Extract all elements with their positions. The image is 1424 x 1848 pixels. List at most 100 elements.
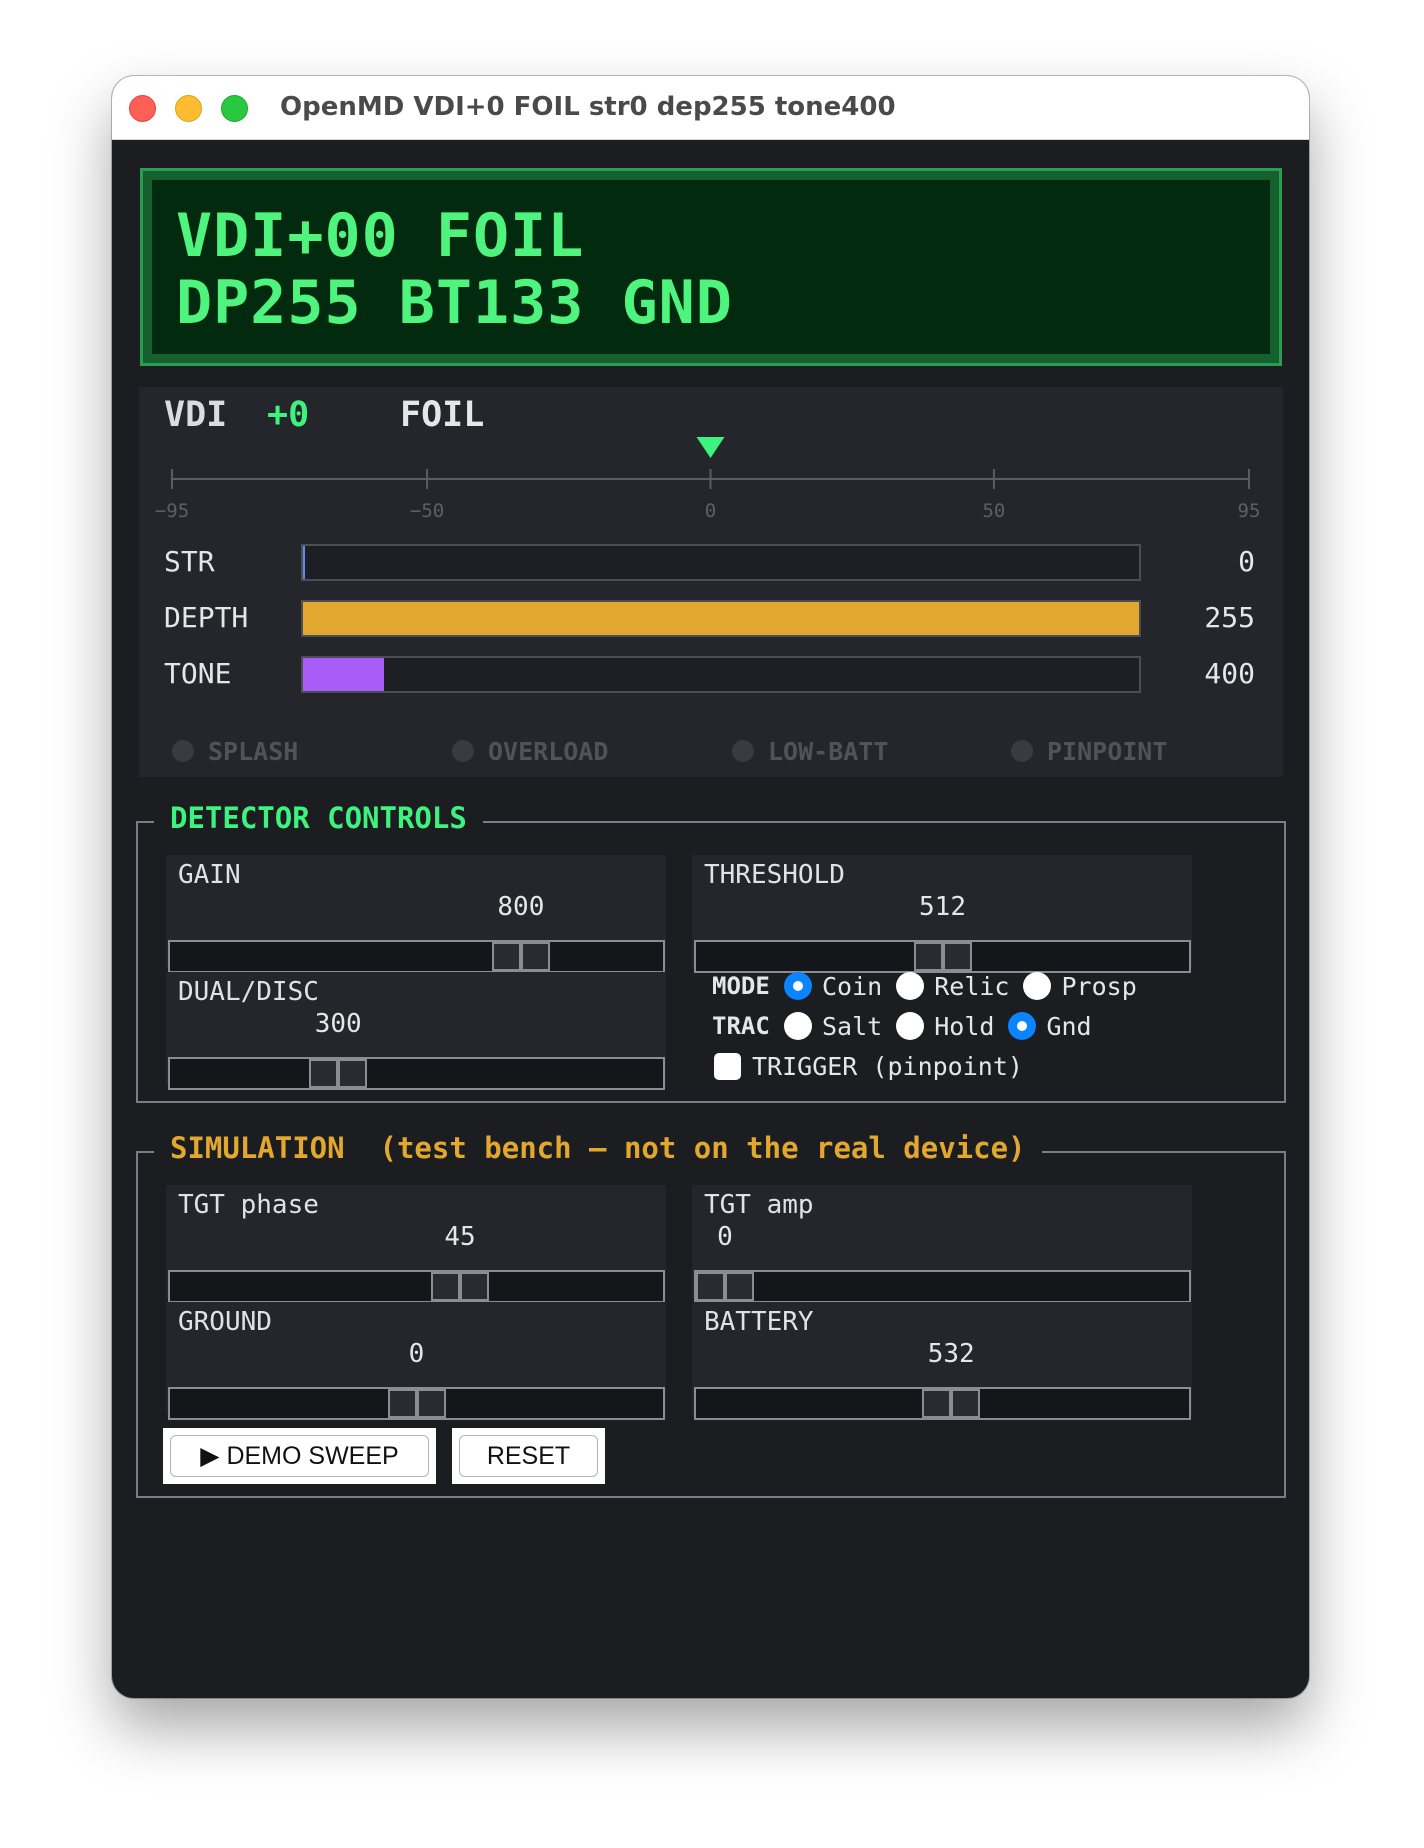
vdi-scale: −95 −50 0 50 95 <box>155 437 1261 522</box>
app-window: OpenMD VDI+0 FOIL str0 dep255 tone400 VD… <box>112 76 1309 1698</box>
indicator-splash: SPLASH <box>172 736 298 766</box>
tgt-amp-label: TGT amp <box>704 1190 814 1220</box>
close-window-button[interactable] <box>129 95 156 122</box>
dual-disc-label: DUAL/DISC <box>178 977 319 1007</box>
splash-label: SPLASH <box>208 736 299 766</box>
gain-slider[interactable] <box>168 940 665 973</box>
lcd-line-2: DP255 BT133 GND <box>176 268 733 338</box>
indicator-low-batt: LOW-BATT <box>732 736 888 766</box>
trac-radio-group: TRAC Salt Hold Gnd <box>712 1009 1106 1043</box>
tgt-phase-slider[interactable] <box>168 1270 665 1303</box>
indicator-pinpoint: PINPOINT <box>1011 736 1167 766</box>
ground-value: 0 <box>408 1339 425 1369</box>
trac-gnd-label[interactable]: Gnd <box>1046 1012 1091 1041</box>
trac-key: TRAC <box>712 1012 770 1040</box>
detector-controls-legend: DETECTOR CONTROLS <box>154 796 483 840</box>
tgt-amp-slider[interactable] <box>694 1270 1191 1303</box>
dual-disc-slider-thumb[interactable] <box>309 1059 368 1088</box>
demo-sweep-button-frame: ▶ DEMO SWEEP <box>163 1428 436 1484</box>
tgt-phase-control: TGT phase 45 <box>166 1185 666 1303</box>
ground-slider[interactable] <box>168 1387 665 1420</box>
gain-control: GAIN 800 <box>166 855 666 973</box>
scale-tick-label: −50 <box>410 500 444 522</box>
ground-slider-thumb[interactable] <box>387 1389 446 1418</box>
trac-hold-radio[interactable] <box>896 1012 925 1040</box>
ground-label: GROUND <box>178 1307 272 1337</box>
str-bar-fill <box>303 546 305 579</box>
minimize-window-button[interactable] <box>175 95 202 122</box>
tone-row: TONE 400 <box>139 654 1283 694</box>
tgt-phase-slider-thumb[interactable] <box>431 1272 489 1301</box>
mode-relic-radio[interactable] <box>896 972 925 1000</box>
lcd-line-1: VDI+00 FOIL <box>176 201 585 271</box>
dual-disc-slider[interactable] <box>168 1057 665 1090</box>
mode-coin-label[interactable]: Coin <box>822 972 882 1001</box>
tgt-phase-value: 45 <box>444 1222 476 1252</box>
threshold-label: THRESHOLD <box>704 860 845 890</box>
vdi-marker-icon <box>696 437 725 458</box>
zoom-window-button[interactable] <box>221 95 248 122</box>
demo-sweep-button[interactable]: ▶ DEMO SWEEP <box>170 1435 429 1477</box>
title-bar: OpenMD VDI+0 FOIL str0 dep255 tone400 <box>112 76 1309 140</box>
trigger-row: TRIGGER (pinpoint) <box>714 1049 1037 1083</box>
scale-tick-label: 50 <box>982 500 1005 522</box>
reset-button[interactable]: RESET <box>459 1435 598 1477</box>
trigger-checkbox[interactable] <box>714 1052 741 1080</box>
tone-label: TONE <box>164 657 232 690</box>
reset-button-frame: RESET <box>452 1428 605 1484</box>
simulation-legend: SIMULATION (test bench – not on the real… <box>154 1126 1042 1170</box>
indicator-overload: OVERLOAD <box>452 736 608 766</box>
str-bar-track <box>301 544 1141 581</box>
depth-value: 255 <box>1204 601 1255 634</box>
depth-row: DEPTH 255 <box>139 598 1283 638</box>
tone-value: 400 <box>1204 657 1255 690</box>
battery-slider-thumb[interactable] <box>922 1389 981 1418</box>
tone-bar-fill <box>303 658 385 691</box>
mode-prosp-radio[interactable] <box>1023 972 1052 1000</box>
str-row: STR 0 <box>139 542 1283 582</box>
tgt-amp-slider-thumb[interactable] <box>696 1272 754 1301</box>
battery-value: 532 <box>927 1339 975 1369</box>
battery-label: BATTERY <box>704 1307 814 1337</box>
detector-controls-group: DETECTOR CONTROLS GAIN 800 THRESHOLD 512… <box>136 796 1286 1103</box>
lcd-display: VDI+00 FOIL DP255 BT133 GND <box>140 168 1282 366</box>
mode-radio-group: MODE Coin Relic Prosp <box>712 969 1151 1003</box>
trac-hold-label[interactable]: Hold <box>934 1012 994 1041</box>
threshold-control: THRESHOLD 512 <box>692 855 1192 973</box>
mode-prosp-label[interactable]: Prosp <box>1061 972 1136 1001</box>
dual-disc-control: DUAL/DISC 300 <box>166 972 666 1090</box>
overload-led-icon <box>452 740 474 762</box>
scale-tick-label: 0 <box>705 500 716 522</box>
window-title: OpenMD VDI+0 FOIL str0 dep255 tone400 <box>280 92 896 122</box>
str-value: 0 <box>1238 545 1255 578</box>
depth-bar-track <box>301 600 1141 637</box>
mode-coin-radio[interactable] <box>784 972 812 1000</box>
mode-relic-label[interactable]: Relic <box>934 972 1009 1001</box>
trigger-label[interactable]: TRIGGER (pinpoint) <box>752 1052 1023 1081</box>
gain-value: 800 <box>497 892 545 922</box>
low-batt-led-icon <box>732 740 754 762</box>
mode-key: MODE <box>712 972 770 1000</box>
trac-salt-radio[interactable] <box>784 1012 812 1040</box>
tgt-amp-control: TGT amp 0 <box>692 1185 1192 1303</box>
tgt-phase-label: TGT phase <box>178 1190 319 1220</box>
battery-slider[interactable] <box>694 1387 1191 1420</box>
scale-tick-label: −95 <box>155 500 189 522</box>
dual-disc-value: 300 <box>314 1009 362 1039</box>
splash-led-icon <box>172 740 194 762</box>
overload-label: OVERLOAD <box>488 736 609 766</box>
depth-label: DEPTH <box>164 601 249 634</box>
gain-label: GAIN <box>178 860 241 890</box>
tgt-amp-value: 0 <box>717 1222 733 1252</box>
battery-control: BATTERY 532 <box>692 1302 1192 1420</box>
gain-slider-thumb[interactable] <box>491 942 550 971</box>
tone-bar-track <box>301 656 1141 693</box>
pinpoint-label: PINPOINT <box>1047 736 1168 766</box>
str-label: STR <box>164 545 215 578</box>
threshold-slider-thumb[interactable] <box>913 942 972 971</box>
low-batt-label: LOW-BATT <box>768 736 889 766</box>
depth-bar-fill <box>303 602 1139 635</box>
trac-salt-label[interactable]: Salt <box>822 1012 882 1041</box>
trac-gnd-radio[interactable] <box>1008 1012 1037 1040</box>
scale-tick-label: 95 <box>1238 500 1261 522</box>
